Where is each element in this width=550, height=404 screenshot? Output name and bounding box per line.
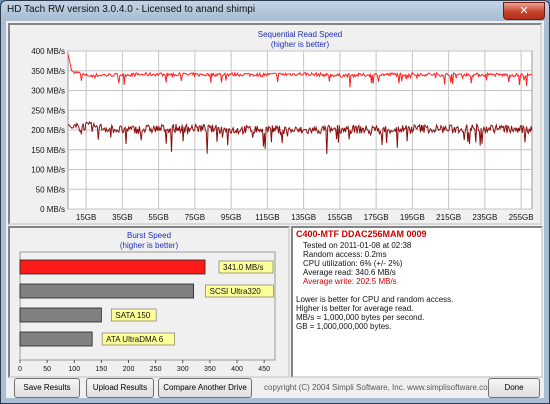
sequential-read-chart: Sequential Read Speed(higher is better) 4… [31, 30, 534, 222]
cpu-utilization: CPU utilization: 6% (+/- 2%) [303, 259, 403, 268]
seq-x-tick-label: 255GB [509, 213, 534, 222]
burst-bar [19, 307, 102, 323]
burst-x-tick-label: 300 [177, 366, 189, 373]
burst-speed-chart: Burst Speed(higher is better) 0 50 100 150 20… [18, 231, 276, 373]
burst-bar [19, 331, 93, 347]
app-window: HD Tach RW version 3.0.4.0 - Licensed to… [0, 0, 550, 404]
test-date: Tested on 2011-01-08 at 02:38 [303, 241, 412, 250]
seq-y-tick-label: 50 MB/s [36, 185, 65, 194]
burst-bar-label: 341.0 MB/s [223, 263, 263, 272]
seq-chart-title: Sequential Read Speed [258, 30, 343, 39]
note-lower-better: Lower is better for CPU and random acces… [296, 295, 454, 304]
burst-bar-label: ATA UltraDMA 6 [106, 335, 164, 344]
average-write: Average write: 202.5 MB/s [303, 277, 397, 286]
random-access: Random access: 0.2ms [303, 250, 387, 259]
compare-drive-button[interactable]: Compare Another Drive [158, 378, 252, 398]
note-mbs-definition: MB/s = 1,000,000 bytes per second. [296, 313, 425, 322]
burst-x-tick-label: 250 [150, 366, 162, 373]
seq-y-tick-label: 300 MB/s [31, 87, 65, 96]
average-read: Average read: 340.6 MB/s [303, 268, 396, 277]
burst-x-tick-label: 50 [43, 366, 51, 373]
seq-x-tick-label: 235GB [472, 213, 497, 222]
seq-x-tick-label: 175GB [364, 213, 389, 222]
note-higher-better: Higher is better for average read. [296, 304, 414, 313]
burst-x-tick-label: 450 [258, 366, 270, 373]
burst-x-tick-label: 200 [123, 366, 135, 373]
done-button[interactable]: Done [488, 378, 540, 398]
seq-x-tick-label: 215GB [436, 213, 461, 222]
seq-y-tick-label: 400 MB/s [31, 47, 65, 56]
burst-chart-subtitle: (higher is better) [120, 241, 179, 250]
upload-results-button[interactable]: Upload Results [86, 378, 154, 398]
copyright-text: copyright (C) 2004 Simpli Software, Inc.… [264, 383, 495, 392]
title-bar[interactable]: HD Tach RW version 3.0.4.0 - Licensed to… [1, 1, 549, 21]
burst-bar [19, 259, 206, 275]
burst-bar-label: SCSI Ultra320 [210, 287, 262, 296]
seq-x-tick-label: 115GB [255, 213, 279, 222]
seq-x-tick-label: 15GB [76, 213, 96, 222]
seq-y-tick-label: 100 MB/s [31, 166, 65, 175]
seq-x-tick-label: 55GB [148, 213, 168, 222]
seq-x-tick-label: 95GB [221, 213, 241, 222]
seq-y-tick-label: 150 MB/s [31, 146, 65, 155]
seq-x-tick-label: 75GB [185, 213, 205, 222]
seq-x-tick-label: 195GB [400, 213, 425, 222]
seq-chart-subtitle: (higher is better) [271, 40, 330, 49]
seq-x-tick-label: 135GB [291, 213, 316, 222]
seq-y-tick-label: 0 MB/s [40, 205, 65, 214]
burst-x-tick-label: 0 [18, 366, 22, 373]
burst-bar [19, 283, 195, 299]
burst-x-tick-label: 150 [96, 366, 108, 373]
burst-x-tick-label: 400 [231, 366, 243, 373]
burst-bar-label: SATA 150 [115, 311, 150, 320]
burst-x-tick-label: 100 [68, 366, 80, 373]
window-title: HD Tach RW version 3.0.4.0 - Licensed to… [7, 4, 256, 15]
drive-info-panel: C400-MTF DDAC256MAM 0009 Tested on 2011-… [291, 226, 543, 378]
drive-model: C400-MTF DDAC256MAM 0009 [296, 229, 427, 239]
seq-y-tick-label: 250 MB/s [31, 106, 65, 115]
note-gb-definition: GB = 1,000,000,000 bytes. [296, 322, 392, 331]
client-area: Sequential Read Speed (higher is better) 4… [6, 21, 544, 398]
seq-x-tick-label: 35GB [112, 213, 132, 222]
seq-y-tick-label: 350 MB/s [31, 67, 65, 76]
burst-speed-panel: Burst Speed (higher is better) 0 50 100 150 20… [8, 226, 290, 378]
save-results-button[interactable]: Save Results [14, 378, 80, 398]
close-button[interactable]: ✕ [503, 2, 545, 20]
seq-x-tick-label: 155GB [327, 213, 352, 222]
seq-y-tick-label: 200 MB/s [31, 126, 65, 135]
burst-x-tick-label: 350 [204, 366, 216, 373]
burst-chart-title: Burst Speed [127, 231, 171, 240]
sequential-read-panel: Sequential Read Speed (higher is better) 4… [8, 23, 542, 225]
